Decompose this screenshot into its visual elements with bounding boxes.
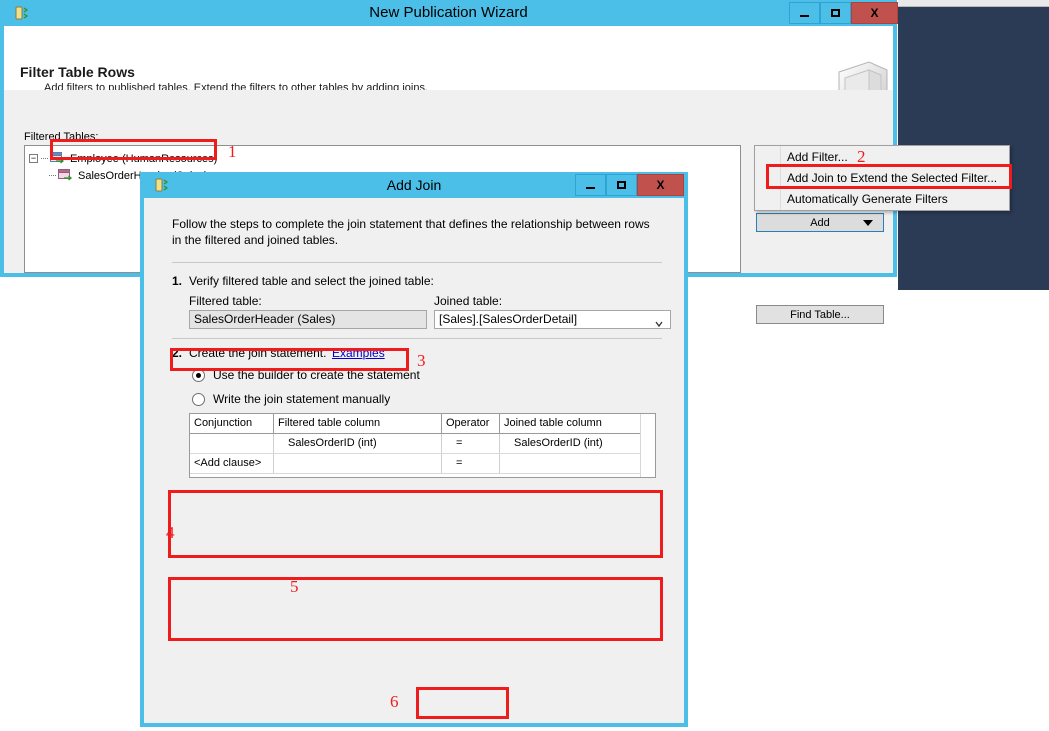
wizard-header: Filter Table Rows Add filters to publish… bbox=[4, 26, 893, 91]
wizard-window-controls: X bbox=[789, 2, 898, 24]
cell-operator[interactable]: = bbox=[442, 454, 500, 473]
menu-item-add-join-to-extend-the-selected-filter[interactable]: Add Join to Extend the Selected Filter..… bbox=[756, 168, 1009, 189]
add-join-body: Follow the steps to complete the join st… bbox=[144, 198, 684, 723]
page-title: Filter Table Rows bbox=[20, 64, 135, 80]
grid-header-operator: Operator bbox=[442, 414, 500, 433]
menu-item-add-filter[interactable]: Add Filter... bbox=[756, 147, 1009, 168]
maximize-icon[interactable] bbox=[606, 174, 637, 196]
minimize-icon[interactable] bbox=[789, 2, 820, 24]
tree-item-label: Employee (HumanResources) bbox=[70, 153, 217, 165]
tree-connector bbox=[41, 158, 48, 160]
grid-header-joined-table-column: Joined table column bbox=[500, 414, 643, 433]
annotation-number-4: 4 bbox=[166, 523, 175, 543]
grid-header-conjunction: Conjunction bbox=[190, 414, 274, 433]
grid-header-row: Conjunction Filtered table column Operat… bbox=[190, 414, 655, 434]
filtered-table-field: SalesOrderHeader (Sales) bbox=[189, 310, 427, 329]
examples-link[interactable]: Examples bbox=[332, 346, 385, 360]
grid-header-filtered-table-column: Filtered table column bbox=[274, 414, 442, 433]
cell-filtered-table-column[interactable] bbox=[274, 454, 442, 473]
joined-table-select[interactable]: [Sales].[SalesOrderDetail] bbox=[434, 310, 671, 329]
add-join-window-controls: X bbox=[575, 174, 684, 196]
annotation-number-1: 1 bbox=[228, 142, 237, 162]
joined-table-label: Joined table: bbox=[434, 294, 502, 308]
filtered-table-label: Filtered table: bbox=[189, 294, 262, 308]
tree-connector bbox=[49, 175, 56, 177]
filtered-tables-label: Filtered Tables: bbox=[24, 131, 98, 143]
cell-joined-table-column[interactable] bbox=[500, 454, 643, 473]
cell-add-clause[interactable]: <Add clause> bbox=[190, 454, 274, 473]
step-2-label: Create the join statement. bbox=[189, 346, 326, 360]
radio-icon bbox=[192, 393, 205, 406]
desktop-top-strip bbox=[898, 0, 1049, 7]
close-icon[interactable]: X bbox=[851, 2, 898, 24]
table-icon bbox=[50, 152, 66, 165]
wizard-titlebar[interactable]: New Publication Wizard X bbox=[0, 0, 897, 26]
radio-write-manually[interactable]: Write the join statement manually bbox=[192, 392, 390, 406]
cell-conjunction[interactable] bbox=[190, 434, 274, 453]
add-button[interactable]: Add bbox=[756, 213, 884, 232]
divider bbox=[172, 262, 662, 263]
add-join-dialog: Add Join X Follow the steps to complete … bbox=[140, 172, 688, 727]
wizard-title: New Publication Wizard bbox=[0, 0, 897, 26]
annotation-number-3: 3 bbox=[417, 351, 426, 371]
collapse-icon[interactable]: − bbox=[29, 154, 38, 163]
step-2-number: 2. bbox=[172, 346, 182, 360]
cell-filtered-table-column[interactable]: SalesOrderID (int) bbox=[274, 434, 442, 453]
annotation-number-6: 6 bbox=[390, 692, 399, 712]
radio-use-builder[interactable]: Use the builder to create the statement bbox=[192, 368, 420, 382]
menu-item-automatically-generate-filters[interactable]: Automatically Generate Filters bbox=[756, 189, 1009, 210]
find-table-button[interactable]: Find Table... bbox=[756, 305, 884, 324]
close-icon[interactable]: X bbox=[637, 174, 684, 196]
step-1-label: Verify filtered table and select the joi… bbox=[189, 274, 434, 288]
table-row[interactable]: <Add clause> = bbox=[190, 454, 655, 474]
join-clause-grid[interactable]: Conjunction Filtered table column Operat… bbox=[189, 413, 656, 478]
annotation-number-2: 2 bbox=[857, 147, 866, 167]
joined-table-value: [Sales].[SalesOrderDetail] bbox=[439, 312, 577, 326]
minimize-icon[interactable] bbox=[575, 174, 606, 196]
table-row[interactable]: SalesOrderID (int) = SalesOrderID (int) bbox=[190, 434, 655, 454]
tree-item-employee[interactable]: − Employee (HumanResources) bbox=[29, 150, 217, 167]
annotation-number-5: 5 bbox=[290, 577, 299, 597]
table-icon bbox=[58, 169, 74, 182]
cell-joined-table-column[interactable]: SalesOrderID (int) bbox=[500, 434, 643, 453]
add-dropdown-menu[interactable]: Add Filter... Add Join to Extend the Sel… bbox=[754, 145, 1010, 211]
radio-use-builder-label: Use the builder to create the statement bbox=[213, 368, 420, 382]
radio-icon bbox=[192, 369, 205, 382]
divider bbox=[172, 338, 662, 339]
cell-operator[interactable]: = bbox=[442, 434, 500, 453]
maximize-icon[interactable] bbox=[820, 2, 851, 24]
chevron-down-icon bbox=[655, 316, 663, 324]
step-1-number: 1. bbox=[172, 274, 182, 288]
grid-right-padding bbox=[640, 414, 655, 477]
dialog-intro-text: Follow the steps to complete the join st… bbox=[172, 216, 662, 248]
radio-write-manually-label: Write the join statement manually bbox=[213, 392, 390, 406]
add-join-titlebar[interactable]: Add Join X bbox=[140, 172, 688, 198]
chevron-down-icon bbox=[863, 220, 873, 226]
